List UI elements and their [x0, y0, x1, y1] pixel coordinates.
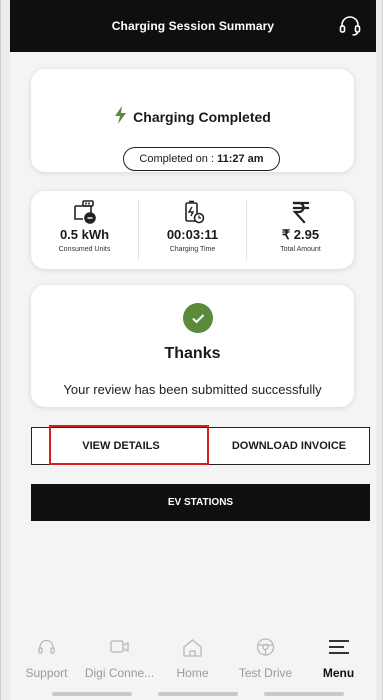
metric-charging-time: 00:03:11 Charging Time: [139, 191, 246, 269]
home-icon: [183, 639, 202, 657]
metric-total-amount: ₹ 2.95 Total Amount: [247, 191, 354, 269]
view-details-label: VIEW DETAILS: [82, 440, 160, 452]
nav-item-support[interactable]: Support: [10, 624, 83, 684]
charging-timer-icon: [185, 200, 205, 224]
completed-time-pill: Completed on : 11:27 am: [123, 147, 280, 171]
download-invoice-button[interactable]: DOWNLOAD INVOICE: [208, 427, 370, 465]
headset-icon[interactable]: [338, 13, 362, 37]
test-drive-icon: [256, 638, 275, 656]
metric-consumed-units: 0.5 kWh Consumed Units: [31, 191, 138, 269]
nav-item-digi-connect[interactable]: Digi Conne...: [83, 624, 156, 684]
bottom-navigation: Support Digi Conne... Home Test Drive Me…: [10, 624, 376, 700]
review-title: Thanks: [164, 345, 221, 362]
consumed-units-label: Consumed Units: [58, 246, 111, 253]
charging-status-card: Charging Completed Completed on : 11:27 …: [31, 69, 354, 172]
scroll-indicator: [158, 692, 238, 696]
nav-label-support: Support: [25, 666, 68, 680]
scroll-indicator: [264, 692, 344, 696]
nav-item-home[interactable]: Home: [156, 624, 229, 684]
charging-status-text: Charging Completed: [133, 109, 271, 125]
page-title: Charging Session Summary: [111, 19, 275, 33]
charging-time-value: 00:03:11: [166, 227, 219, 242]
plug-icon: [74, 200, 96, 224]
consumed-units-value: 0.5 kWh: [59, 227, 110, 242]
nav-label-test-drive: Test Drive: [238, 666, 293, 680]
completed-time: 11:27 am: [217, 153, 264, 165]
ev-stations-button[interactable]: EV STATIONS: [31, 484, 370, 521]
session-metrics-card: 0.5 kWh Consumed Units 00:03:11 Charging…: [31, 191, 354, 269]
menu-icon: [329, 640, 349, 654]
review-message: Your review has been submitted successfu…: [63, 382, 322, 397]
total-amount-value: ₹ 2.95: [281, 227, 320, 242]
charging-time-label: Charging Time: [169, 246, 216, 253]
review-card: Thanks Your review has been submitted su…: [31, 285, 354, 407]
total-amount-label: Total Amount: [280, 246, 321, 253]
scroll-indicator: [52, 692, 132, 696]
view-details-button[interactable]: VIEW DETAILS: [31, 427, 211, 465]
rupee-icon: [292, 201, 310, 224]
top-bar: Charging Session Summary: [10, 0, 376, 52]
nav-label-home: Home: [176, 666, 209, 680]
charging-status: Charging Completed: [31, 106, 354, 125]
app-frame: Charging Session Summary Charging Comple…: [0, 0, 383, 700]
nav-item-test-drive[interactable]: Test Drive: [229, 624, 302, 684]
nav-label-menu: Menu: [322, 666, 355, 680]
lightning-icon: [115, 106, 127, 124]
digi-connect-icon: [110, 640, 129, 653]
completed-prefix: Completed on :: [139, 153, 218, 165]
nav-item-menu[interactable]: Menu: [302, 624, 375, 684]
nav-label-digi-connect: Digi Conne...: [84, 666, 155, 680]
ev-stations-label: EV STATIONS: [167, 497, 234, 508]
download-invoice-label: DOWNLOAD INVOICE: [231, 440, 347, 452]
support-icon: [38, 639, 55, 654]
summary-content: Charging Completed Completed on : 11:27 …: [10, 52, 376, 624]
success-check-icon: [183, 303, 213, 333]
